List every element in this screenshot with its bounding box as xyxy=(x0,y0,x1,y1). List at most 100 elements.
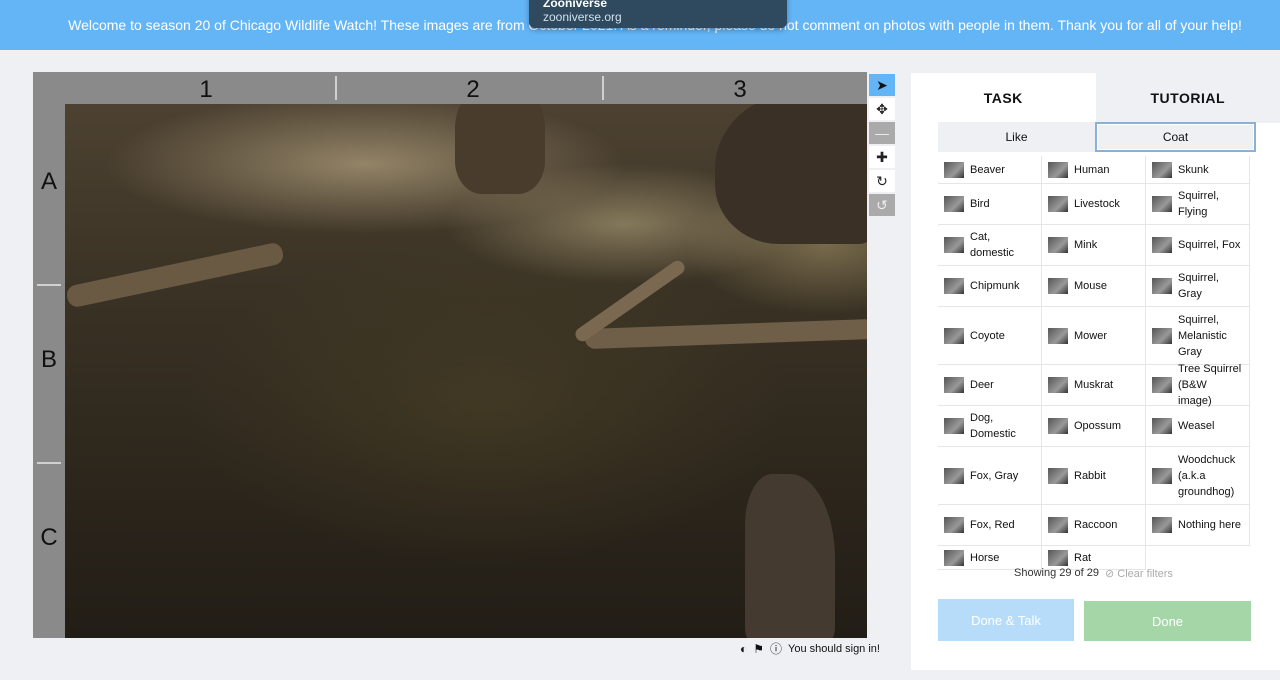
species-choice-label: Tree Squirrel (B&W image) xyxy=(1178,363,1242,407)
photo-log xyxy=(65,241,285,309)
species-thumbnail xyxy=(1048,278,1068,294)
grid-column-divider xyxy=(602,76,604,100)
filter-coat-button[interactable]: Coat xyxy=(1095,122,1256,152)
species-choice[interactable]: Rabbit xyxy=(1042,447,1146,505)
species-choice[interactable]: Nothing here xyxy=(1146,505,1250,546)
species-choice[interactable]: Woodchuck (a.k.a groundhog) xyxy=(1146,447,1250,505)
showing-count: Showing 29 of 29 xyxy=(1014,567,1100,579)
species-thumbnail xyxy=(1152,237,1172,253)
species-thumbnail xyxy=(1152,327,1172,344)
species-choice-label: Beaver xyxy=(970,163,1005,176)
clear-icon: ⊘ xyxy=(1105,568,1115,580)
tab-tutorial[interactable]: TUTORIAL xyxy=(1095,73,1280,123)
species-choice[interactable]: Raccoon xyxy=(1042,505,1146,546)
species-choice[interactable]: Skunk xyxy=(1146,156,1250,184)
species-choice[interactable]: Mouse xyxy=(1042,266,1146,307)
species-choice[interactable]: Chipmunk xyxy=(938,266,1042,307)
species-thumbnail xyxy=(944,377,964,393)
species-choice-label: Raccoon xyxy=(1074,519,1118,531)
viewer-footer: ◐ ⚑ ⓘ You should sign in! xyxy=(740,640,880,657)
grid-row-label: B xyxy=(40,346,57,373)
species-choice-grid: Beaver Human Skunk Bird Livestock Squirr… xyxy=(938,156,1250,570)
done-and-talk-button[interactable]: Done & Talk xyxy=(938,599,1074,641)
species-choice[interactable]: Bird xyxy=(938,184,1042,225)
species-choice-label: Rabbit xyxy=(1074,469,1106,482)
species-choice[interactable]: Squirrel, Fox xyxy=(1146,225,1250,266)
species-thumbnail xyxy=(1048,549,1068,566)
species-thumbnail xyxy=(1048,327,1068,344)
species-choice[interactable]: Human xyxy=(1042,156,1146,184)
results-summary: Showing 29 of 29 ⊘ Clear filters xyxy=(1014,567,1173,580)
task-panel: TASK TUTORIAL Like Coat Beaver Human Sku… xyxy=(911,73,1280,670)
zoom-out-icon[interactable]: — xyxy=(869,122,895,144)
species-choice[interactable]: Squirrel, Gray xyxy=(1146,266,1250,307)
species-thumbnail xyxy=(944,327,964,344)
clear-filters-button[interactable]: ⊘ Clear filters xyxy=(1105,567,1173,580)
invert-icon[interactable]: ◐ xyxy=(740,642,747,656)
species-choice-label: Skunk xyxy=(1178,163,1209,176)
species-choice[interactable]: Coyote xyxy=(938,307,1042,365)
tab-task[interactable]: TASK xyxy=(911,73,1096,123)
species-thumbnail xyxy=(1048,418,1068,434)
species-thumbnail xyxy=(1152,278,1172,294)
zoom-in-icon[interactable]: ✚ xyxy=(869,146,895,168)
species-choice-label: Bird xyxy=(970,198,990,210)
species-choice[interactable]: Mower xyxy=(1042,307,1146,365)
grid-column-label: 1 xyxy=(199,76,213,103)
move-icon[interactable]: ✥ xyxy=(869,98,895,120)
species-choice[interactable]: Weasel xyxy=(1146,406,1250,447)
species-choice[interactable]: Mink xyxy=(1042,225,1146,266)
species-choice[interactable]: Livestock xyxy=(1042,184,1146,225)
grid-row-label: C xyxy=(40,524,58,551)
species-choice-label: Squirrel, Flying xyxy=(1178,190,1219,218)
species-thumbnail xyxy=(944,237,964,253)
species-choice[interactable]: Fox, Red xyxy=(938,505,1042,546)
species-choice[interactable]: Squirrel, Flying xyxy=(1146,184,1250,225)
species-choice[interactable]: Opossum xyxy=(1042,406,1146,447)
species-choice[interactable]: Muskrat xyxy=(1042,365,1146,406)
species-choice-label: Muskrat xyxy=(1074,379,1114,391)
subject-viewer[interactable]: 1 2 3 A B C xyxy=(33,72,867,638)
species-choice[interactable]: Tree Squirrel (B&W image) xyxy=(1146,363,1250,407)
done-button[interactable]: Done xyxy=(1084,601,1251,641)
species-choice-label: Rat xyxy=(1074,551,1092,564)
species-choice-label: Weasel xyxy=(1178,420,1215,432)
species-choice[interactable]: Cat, domestic xyxy=(938,225,1042,266)
species-thumbnail xyxy=(1152,377,1172,393)
camera-trap-photo[interactable] xyxy=(65,104,867,638)
species-choice-label: Fox, Gray xyxy=(970,469,1019,482)
species-thumbnail xyxy=(944,196,964,212)
filter-like-button[interactable]: Like xyxy=(938,122,1095,152)
species-choice-label: Horse xyxy=(970,551,1000,564)
reset-icon[interactable]: ↺ xyxy=(869,194,895,216)
signin-prompt[interactable]: You should sign in! xyxy=(788,643,880,655)
species-choice-label: Coyote xyxy=(970,329,1005,342)
species-thumbnail xyxy=(1048,377,1068,393)
grid-row-label: A xyxy=(40,168,57,195)
species-choice[interactable]: Fox, Gray xyxy=(938,447,1042,505)
photo-log xyxy=(584,318,867,350)
photo-tree-trunk xyxy=(455,104,545,194)
species-choice-label: Human xyxy=(1074,163,1110,176)
flag-icon[interactable]: ⚑ xyxy=(753,642,764,656)
species-thumbnail xyxy=(1152,467,1172,484)
viewer-toolbar: ➤ ✥ — ✚ ↻ ↺ xyxy=(869,74,895,216)
species-choice[interactable]: Dog, Domestic xyxy=(938,406,1042,447)
species-choice-label: Deer xyxy=(970,379,994,391)
pointer-icon[interactable]: ➤ xyxy=(869,74,895,96)
species-choice[interactable]: Squirrel, Melanistic Gray xyxy=(1146,307,1250,365)
species-choice[interactable]: Beaver xyxy=(938,156,1042,184)
species-choice-label: Woodchuck (a.k.a groundhog) xyxy=(1178,453,1236,498)
species-thumbnail xyxy=(1048,196,1068,212)
info-icon[interactable]: ⓘ xyxy=(770,640,782,657)
grid-column-divider xyxy=(335,76,337,100)
species-choice[interactable]: Deer xyxy=(938,365,1042,406)
species-choice-label: Cat, domestic xyxy=(970,231,1015,259)
grid-row-divider xyxy=(37,462,61,464)
species-thumbnail xyxy=(1048,467,1068,484)
species-choice-label: Mink xyxy=(1074,239,1098,251)
species-choice-label: Chipmunk xyxy=(970,280,1020,292)
species-choice-label: Squirrel, Gray xyxy=(1178,272,1219,300)
rotate-icon[interactable]: ↻ xyxy=(869,170,895,192)
species-choice-label: Squirrel, Fox xyxy=(1178,239,1241,251)
